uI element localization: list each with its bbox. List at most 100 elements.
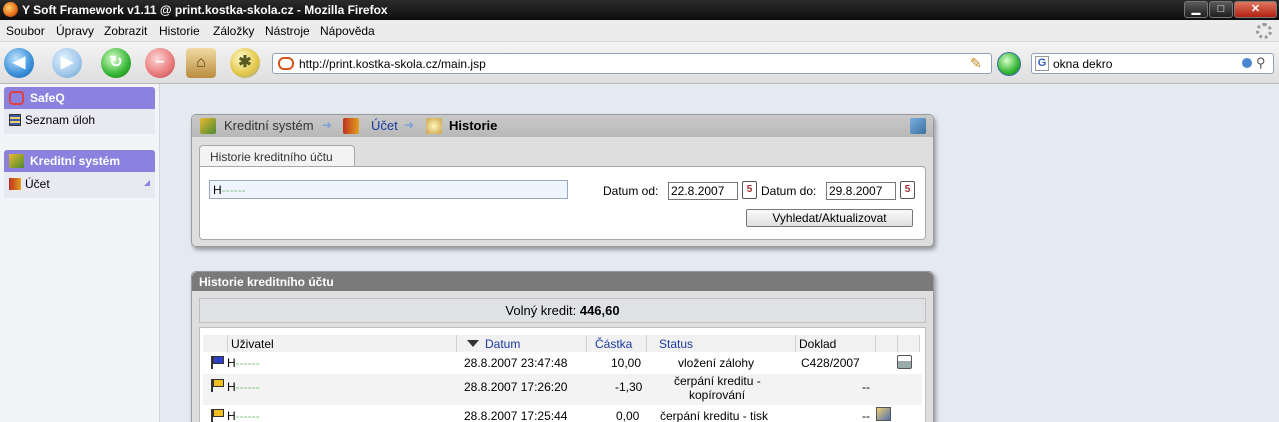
edit-note-icon[interactable] <box>876 407 891 421</box>
url-bar[interactable]: http://print.kostka-skola.cz/main.jsp ✎ <box>272 53 992 74</box>
history-clock-icon <box>426 118 442 134</box>
sidebar-section-kreditni-system[interactable]: Kreditní systém <box>4 150 155 172</box>
close-button[interactable]: ✕ <box>1234 1 1277 18</box>
menu-zalozky[interactable]: Záložky <box>213 24 254 38</box>
row-date: 28.8.2007 17:26:20 <box>464 380 568 394</box>
row-status: čerpání kreditu - <box>674 374 761 388</box>
menu-nastroje[interactable]: Nástroje <box>265 24 310 38</box>
table-header-action <box>876 335 898 352</box>
back-button[interactable]: ◀ <box>4 48 34 78</box>
sidebar-section-title: Kreditní systém <box>30 154 121 168</box>
date-from-field[interactable]: 22.8.2007 <box>668 182 738 200</box>
table-header-amount[interactable]: Částka <box>587 335 647 352</box>
row-doc: -- <box>862 380 870 394</box>
menu-historie[interactable]: Historie <box>159 24 200 38</box>
credit-system-icon <box>9 154 24 168</box>
window-title: Y Soft Framework v1.11 @ print.kostka-sk… <box>22 3 388 17</box>
user-redacted-mark: ------ <box>221 183 246 197</box>
breadcrumb-arrow-icon: ➜ <box>404 118 415 132</box>
menu-soubor[interactable]: Soubor <box>6 24 45 38</box>
table-header-user[interactable]: Uživatel <box>228 335 457 352</box>
table-header-doc[interactable]: Doklad <box>796 335 876 352</box>
reload-button[interactable]: ↻ <box>101 48 131 78</box>
maximize-button[interactable]: □ <box>1209 1 1233 18</box>
date-from-label: Datum od: <box>603 184 659 198</box>
url-text: http://print.kostka-skola.cz/main.jsp <box>299 57 486 71</box>
menu-upravy[interactable]: Úpravy <box>56 24 94 38</box>
menu-zobrazit[interactable]: Zobrazit <box>104 24 147 38</box>
minimize-button[interactable]: ▁ <box>1184 1 1208 18</box>
sidebar-section-body: Účet <box>4 172 155 198</box>
site-identity-icon <box>278 57 294 70</box>
flag-yellow-icon <box>211 379 225 392</box>
user-input-value: H <box>213 183 222 197</box>
search-engine-dropdown-icon[interactable] <box>1242 58 1252 68</box>
history-table: Uživatel Datum Částka Status Doklad H---… <box>199 327 926 422</box>
breadcrumb-root[interactable]: Kreditní systém <box>224 118 314 133</box>
sidebar-section-body: Seznam úloh <box>4 109 155 134</box>
forward-button[interactable]: ▶ <box>52 48 82 78</box>
search-bar[interactable]: G okna dekro ⚲ <box>1031 53 1274 74</box>
row-user: H------ <box>227 380 260 394</box>
credit-system-icon <box>200 118 216 134</box>
row-status-line2: kopírování <box>689 388 746 402</box>
account-book-icon <box>343 118 359 134</box>
printer-icon[interactable] <box>897 355 912 369</box>
submenu-arrow-icon <box>144 180 150 186</box>
table-header-flag <box>203 335 228 352</box>
help-book-icon[interactable] <box>910 118 926 134</box>
user-input[interactable]: H------ <box>209 180 568 199</box>
sidebar-item-ucet[interactable]: Účet <box>9 177 50 191</box>
home-icon: ⌂ <box>196 54 206 71</box>
calendar-to-icon[interactable]: 5 <box>900 181 915 199</box>
table-header-print <box>898 335 920 352</box>
forward-arrow-icon: ▶ <box>60 54 74 71</box>
sort-desc-icon <box>467 340 479 347</box>
row-status: čerpání kreditu - tisk <box>660 409 769 422</box>
extension-button[interactable]: ✱ <box>230 48 260 78</box>
calendar-from-icon[interactable]: 5 <box>742 181 757 199</box>
back-arrow-icon: ◀ <box>12 54 26 71</box>
row-user: H------ <box>227 409 260 422</box>
go-button[interactable] <box>997 52 1021 76</box>
stop-icon: − <box>155 54 165 71</box>
row-user: H------ <box>227 356 260 370</box>
breadcrumb-arrow-icon: ➜ <box>322 118 333 132</box>
search-update-button[interactable]: Vyhledat/Aktualizovat <box>746 209 913 227</box>
table-row: H------ 28.8.2007 17:26:20 -1,30 čerpání… <box>203 374 922 405</box>
page-content: SafeQ Seznam úloh Kreditní systém Účet K… <box>0 84 1279 422</box>
sidebar-item-label: Seznam úloh <box>25 113 96 127</box>
row-doc: -- <box>862 409 870 422</box>
safeq-icon <box>9 91 24 105</box>
sidebar-section-title: SafeQ <box>30 91 65 105</box>
filter-panel: Kreditní systém ➜ Účet ➜ Historie Histor… <box>191 114 934 247</box>
window-title-bar: Y Soft Framework v1.11 @ print.kostka-sk… <box>0 0 1279 20</box>
sidebar-item-label: Účet <box>25 177 50 191</box>
flag-yellow-icon <box>211 409 225 422</box>
stop-button[interactable]: − <box>145 48 175 78</box>
free-credit-box: Volný kredit: 446,60 <box>199 298 926 323</box>
date-to-field[interactable]: 29.8.2007 <box>826 182 896 200</box>
home-button[interactable]: ⌂ <box>186 48 216 78</box>
table-header-status[interactable]: Status <box>647 335 796 352</box>
table-header-date-label: Datum <box>485 337 521 351</box>
row-amount: 0,00 <box>616 409 640 422</box>
breadcrumb-middle[interactable]: Účet <box>371 118 398 133</box>
menu-napoveda[interactable]: Nápověda <box>320 24 375 38</box>
search-query: okna dekro <box>1053 57 1113 71</box>
flag-blue-icon <box>211 356 225 369</box>
magnifier-icon[interactable]: ⚲ <box>1256 55 1266 71</box>
row-doc: C428/2007 <box>801 356 860 370</box>
sidebar-section-safeq[interactable]: SafeQ <box>4 87 155 109</box>
row-date: 28.8.2007 23:47:48 <box>464 356 568 370</box>
tab-historie-kreditniho-uctu[interactable]: Historie kreditního účtu <box>199 145 355 167</box>
row-status: vložení zálohy <box>678 356 755 370</box>
breadcrumb-current: Historie <box>449 118 498 133</box>
history-panel-title: Historie kreditního účtu <box>192 272 933 291</box>
menu-bar: Soubor Úpravy Zobrazit Historie Záložky … <box>0 20 1279 42</box>
filter-form: H------ Datum od: 22.8.2007 5 Datum do: … <box>199 166 926 240</box>
table-header-date[interactable]: Datum <box>457 335 587 352</box>
firefox-logo-icon <box>3 2 18 17</box>
sidebar-item-seznam-uloh[interactable]: Seznam úloh <box>9 113 95 127</box>
bookmark-star-icon[interactable]: ✎ <box>970 55 982 72</box>
